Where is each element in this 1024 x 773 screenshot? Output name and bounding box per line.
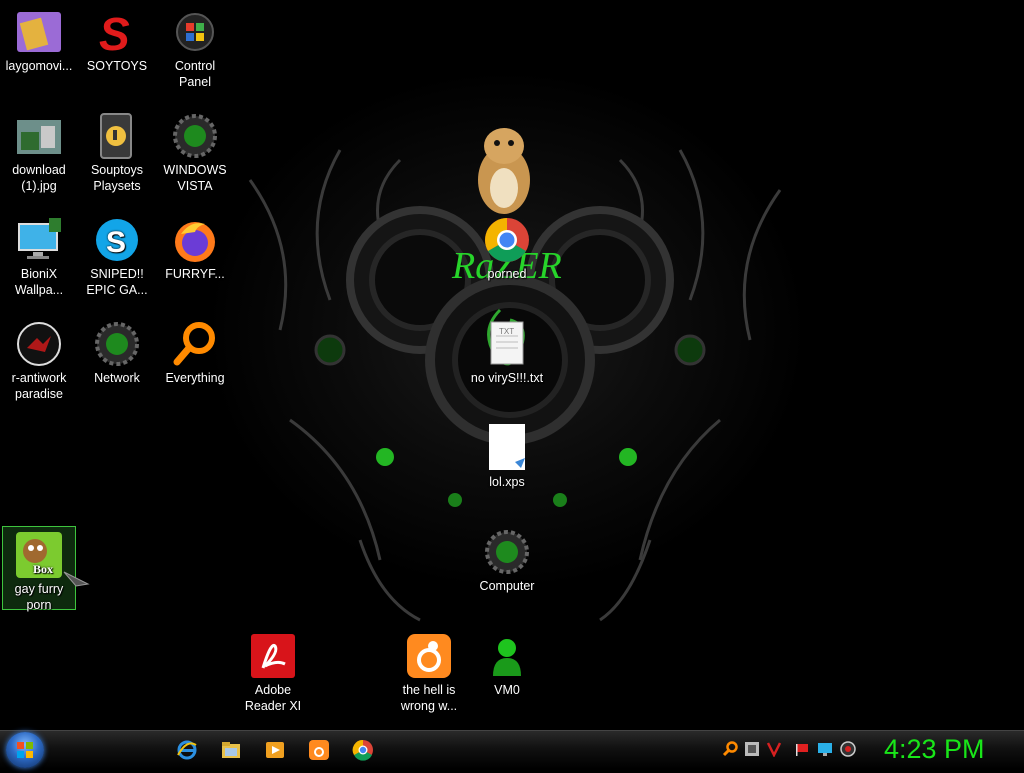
desktop-icon-network[interactable]: Network	[78, 316, 156, 386]
soytoys-s-icon: S	[93, 8, 141, 60]
icon-label: lol.xps	[489, 475, 525, 489]
icon-label: FURRYF...	[165, 267, 225, 281]
user-vm-icon	[483, 632, 531, 680]
desktop-icon-download-jpg[interactable]: download (1).jpg	[0, 108, 78, 194]
desktop-icon-adobe-reader[interactable]: Adobe Reader XI	[234, 628, 312, 714]
icon-label: the hell is wrong w...	[400, 683, 458, 713]
hamster-image	[472, 118, 536, 216]
icon-label: Network	[94, 371, 140, 385]
skype-icon: S	[93, 216, 141, 264]
desktop-icon-bionix[interactable]: BioniX Wallpa...	[0, 212, 78, 298]
taskbar: 4:23 PM	[0, 730, 1024, 769]
network-monitor-icon[interactable]	[744, 741, 760, 757]
windows-logo-icon	[17, 742, 33, 758]
icon-label: no viryS!!!.txt	[470, 371, 544, 385]
icon-label: download (1).jpg	[12, 163, 66, 193]
monitor-wallpaper-icon	[15, 216, 63, 264]
svg-text:S: S	[99, 8, 130, 56]
icon-label: SOYTOYS	[86, 59, 148, 73]
network-icon	[93, 320, 141, 368]
desktop-icon-lol-xps[interactable]: lol.xps	[468, 420, 546, 490]
desktop-icon-porned[interactable]: porned	[468, 212, 546, 282]
razer-gear-icon	[171, 112, 219, 160]
internet-explorer-icon[interactable]	[176, 739, 198, 761]
chrome-icon[interactable]	[352, 739, 374, 761]
monitor-icon[interactable]	[817, 741, 833, 757]
desktop-icon-no-virys-txt[interactable]: TXT no viryS!!!.txt	[468, 316, 546, 386]
desktop-icon-computer[interactable]: Computer	[468, 524, 546, 594]
desktop-icon-uc-browser[interactable]: the hell is wrong w...	[390, 628, 468, 714]
computer-icon	[483, 528, 531, 576]
desktop-icon-vm0[interactable]: VM0	[468, 628, 546, 698]
icon-label: BioniX Wallpa...	[14, 267, 64, 297]
icon-label: Souptoys Playsets	[90, 163, 144, 193]
svg-text:S: S	[106, 226, 126, 259]
speaker-icon[interactable]	[840, 741, 856, 757]
icon-label: laygomovi...	[5, 59, 73, 73]
icon-label: SNIPED!! EPIC GA...	[86, 267, 148, 297]
desktop-icon-control-panel[interactable]: Control Panel	[156, 4, 234, 90]
chrome-icon	[483, 216, 531, 264]
desktop-icon-soytoys[interactable]: S SOYTOYS	[78, 4, 156, 74]
txt-tag: TXT	[499, 327, 515, 336]
desktop-icon-laygomovie[interactable]: laygomovi...	[0, 4, 78, 74]
mouse-cursor-icon	[63, 571, 90, 587]
adobe-reader-icon	[249, 632, 297, 680]
icon-label: Control Panel	[174, 59, 216, 89]
desktop-icon-r-antiwork[interactable]: r-antiwork paradise	[0, 316, 78, 402]
icon-label: Computer	[479, 579, 535, 593]
box-app-icon: Box	[15, 531, 63, 579]
everything-search-icon	[171, 320, 219, 368]
reddit-community-icon	[15, 320, 63, 368]
icon-label: VM0	[494, 683, 520, 697]
box-badge: Box	[33, 562, 54, 576]
desktop-icon-furryf[interactable]: FURRYF...	[156, 212, 234, 282]
desktop-icon-souptoys[interactable]: Souptoys Playsets	[78, 108, 156, 194]
icon-label: r-antiwork paradise	[11, 371, 67, 401]
desktop-icon-sniped[interactable]: S SNIPED!! EPIC GA...	[78, 212, 156, 298]
desktop-icon-everything[interactable]: Everything	[156, 316, 234, 386]
razer-tray-icon[interactable]	[766, 741, 782, 758]
icon-label: Adobe Reader XI	[244, 683, 302, 713]
text-file-icon: TXT	[483, 320, 531, 368]
icon-label: WINDOWS VISTA	[163, 163, 227, 193]
flag-icon[interactable]	[794, 741, 810, 757]
system-clock[interactable]: 4:23 PM	[884, 732, 994, 766]
firefox-icon	[171, 216, 219, 264]
desktop[interactable]: RaZER laygomovi... S SOYTOYS Control Pan…	[0, 0, 1024, 730]
everything-search-icon[interactable]	[722, 741, 738, 757]
image-file-icon	[15, 112, 63, 160]
video-file-icon	[15, 8, 63, 56]
desktop-icon-gay-furry[interactable]: Box gay furry porn	[2, 526, 76, 612]
media-player-icon[interactable]	[264, 739, 286, 761]
control-panel-icon	[171, 8, 219, 56]
xps-document-icon	[483, 424, 531, 472]
souptoys-icon	[93, 112, 141, 160]
file-explorer-icon[interactable]	[220, 739, 242, 761]
desktop-icon-windows-vista[interactable]: WINDOWS VISTA	[156, 108, 234, 194]
start-button[interactable]	[6, 732, 44, 768]
uc-browser-icon[interactable]	[308, 739, 330, 761]
icon-label: porned	[487, 267, 527, 281]
icon-label: Everything	[165, 371, 225, 385]
uc-browser-icon	[405, 632, 453, 680]
